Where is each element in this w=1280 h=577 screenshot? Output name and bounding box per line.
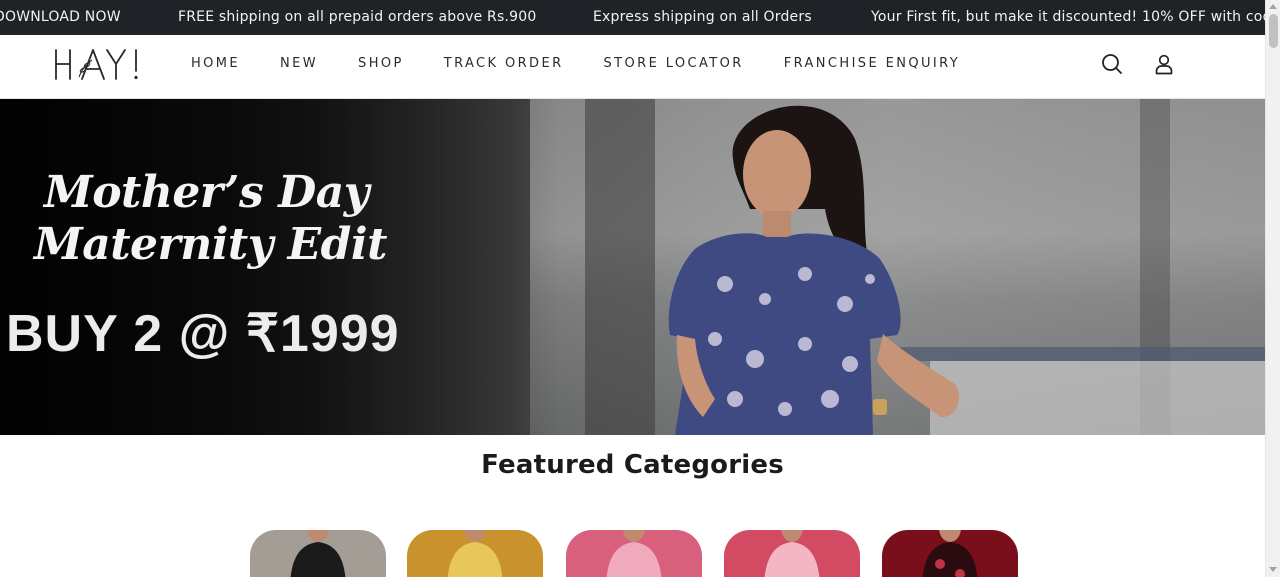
featured-categories-title: Featured Categories [481,450,784,480]
hero-model-image [668,105,960,435]
category-image [290,530,346,577]
category-card[interactable] [882,530,1018,577]
announcement-message[interactable]: Express shipping on all Orders [593,9,812,25]
category-card[interactable] [250,530,386,577]
site-header: HOME NEW SHOP TRACK ORDER STORE LOCATOR … [0,35,1265,99]
category-card[interactable] [407,530,543,577]
category-image [764,530,820,577]
category-card[interactable] [566,530,702,577]
brand-logo-mark [55,49,138,80]
category-image [922,530,978,577]
nav-franchise-enquiry[interactable]: FRANCHISE ENQUIRY [784,56,960,71]
category-card[interactable] [724,530,860,577]
announcement-message[interactable]: DOWNLOAD NOW [0,9,121,25]
nav-home[interactable]: HOME [191,56,240,71]
nav-store-locator[interactable]: STORE LOCATOR [604,56,744,71]
search-icon[interactable] [1100,52,1124,76]
nav-shop[interactable]: SHOP [358,56,404,71]
nav-track-order[interactable]: TRACK ORDER [444,56,564,71]
hero-background-pillar [585,99,655,435]
nav-new[interactable]: NEW [280,56,318,71]
hero-offer: BUY 2 @ ₹1999 [6,305,400,363]
hero-headline-line1: Mother’s Day [44,167,369,218]
scroll-thumb[interactable] [1269,14,1278,48]
hero-banner[interactable]: Mother’s Day Maternity Edit BUY 2 @ ₹199… [0,99,1265,435]
scroll-down-arrow[interactable] [1269,567,1277,572]
announcement-message[interactable]: Your First fit, but make it discounted! … [871,9,1265,25]
announcement-message[interactable]: FREE shipping on all prepaid orders abov… [178,9,536,25]
brand-logo[interactable] [52,47,142,83]
category-image [447,530,503,577]
page-scrollbar[interactable] [1265,0,1280,577]
main-nav: HOME NEW SHOP TRACK ORDER STORE LOCATOR … [191,56,1000,71]
announcement-bar: DOWNLOAD NOW FREE shipping on all prepai… [0,0,1265,35]
scroll-up-arrow[interactable] [1269,4,1277,9]
account-icon[interactable] [1152,52,1176,76]
hero-headline-line2: Maternity Edit [34,219,387,270]
category-image [606,530,662,577]
